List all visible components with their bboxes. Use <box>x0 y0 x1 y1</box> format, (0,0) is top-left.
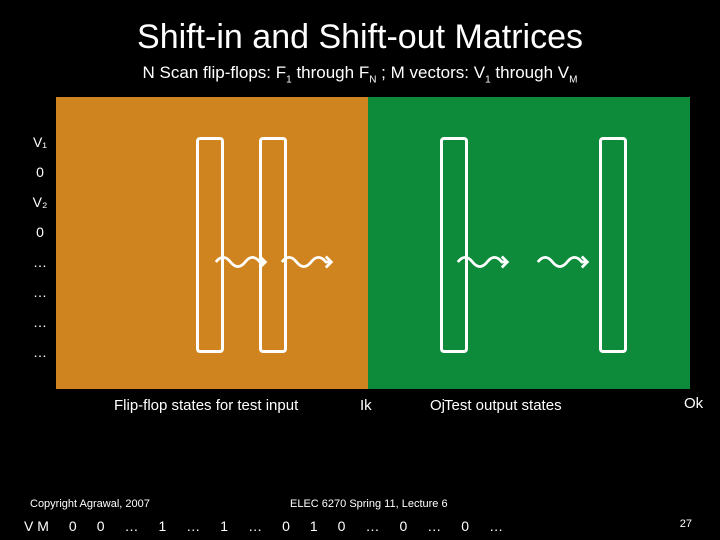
c: … <box>24 247 56 277</box>
squiggle-arrow-icon <box>536 252 591 272</box>
squiggle-arrow-icon <box>214 252 269 272</box>
label-v1: V₁ <box>24 127 56 157</box>
c: 1 <box>310 518 318 534</box>
squiggle-arrow-icon <box>280 252 335 272</box>
label-v1-0: 0 <box>24 157 56 187</box>
c: … <box>24 307 56 337</box>
c: 0 <box>461 518 469 534</box>
sub-M: M <box>569 74 577 85</box>
c: 1 <box>158 518 166 534</box>
c: 0 <box>69 518 77 534</box>
c: … <box>365 518 379 534</box>
sub-N: N <box>369 74 376 85</box>
label-vm: V M <box>24 518 49 534</box>
column-bar-ik <box>259 137 287 353</box>
c: 0 <box>282 518 290 534</box>
sub-1a: 1 <box>286 74 292 85</box>
column-bar-ok <box>599 137 627 353</box>
c: 0 <box>338 518 346 534</box>
c: 0 <box>97 518 105 534</box>
slide-number: 27 <box>680 518 692 530</box>
squiggle-arrow-icon <box>456 252 511 272</box>
c: 0 <box>399 518 407 534</box>
c: … <box>24 277 56 307</box>
label-ok: Ok <box>684 395 703 412</box>
matrix-area: F₁ → F₂ · → · Fj · → · Fk · → · FN F₁ → … <box>24 97 700 427</box>
c: … <box>24 337 56 367</box>
sub-1b: 1 <box>485 74 491 85</box>
footer-course: ELEC 6270 Spring 11, Lecture 6 <box>290 498 448 510</box>
caption-shift-out: Test output states <box>444 397 562 414</box>
label-v2: V₂ <box>24 187 56 217</box>
column-bar-ij <box>196 137 224 353</box>
caption-shift-in: Flip-flop states for test input <box>114 397 298 414</box>
sub-d: through V <box>495 63 569 82</box>
label-ik: Ik <box>360 397 372 414</box>
c: … <box>186 518 200 534</box>
row-vm-peek: V M 0 0 … 1 … 1 … 0 1 0 … 0 … 0 … <box>24 518 503 534</box>
c: 1 <box>220 518 228 534</box>
slide: Shift-in and Shift-out Matrices N Scan f… <box>0 0 720 540</box>
column-bar-oj <box>440 137 468 353</box>
c: … <box>124 518 138 534</box>
sub-b: through F <box>296 63 369 82</box>
c: … <box>489 518 503 534</box>
footer-copyright: Copyright Agrawal, 2007 <box>30 498 150 510</box>
slide-subtitle: N Scan flip-flops: F1 through FN ; M vec… <box>0 63 720 85</box>
label-v2-0: 0 <box>24 217 56 247</box>
slide-title: Shift-in and Shift-out Matrices <box>0 0 720 63</box>
label-oj: Oj <box>430 397 445 414</box>
sub-c: ; M vectors: V <box>381 63 485 82</box>
c: … <box>427 518 441 534</box>
shift-out-panel <box>368 97 690 389</box>
c: … <box>248 518 262 534</box>
sub-a: N Scan flip-flops: F <box>143 63 287 82</box>
